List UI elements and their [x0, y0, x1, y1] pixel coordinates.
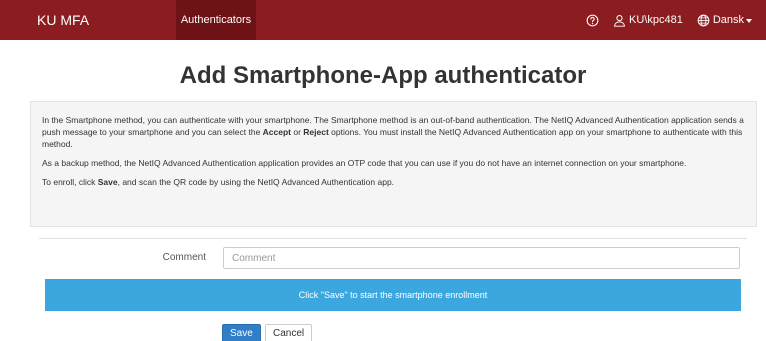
page-title: Add Smartphone-App authenticator: [179, 62, 587, 89]
info-paragraph-3: To enroll, click Save, and scan the QR c…: [42, 177, 395, 187]
user-icon: [613, 14, 626, 27]
top-navbar: KU MFA Authenticators KU\kpc481 Dansk: [0, 0, 766, 40]
cancel-button[interactable]: Cancel: [265, 324, 313, 341]
save-button[interactable]: Save: [222, 324, 261, 341]
info-panel: In the Smartphone method, you can authen…: [30, 101, 757, 227]
brand-logo[interactable]: KU MFA: [37, 0, 89, 40]
info-paragraph-1: In the Smartphone method, you can authen…: [42, 115, 744, 149]
user-name: KU\kpc481: [629, 14, 683, 26]
globe-icon: [697, 14, 710, 26]
comment-label: Comment: [162, 252, 206, 263]
help-circle-icon: [586, 14, 599, 26]
language-label: Dansk: [712, 14, 744, 26]
language-menu[interactable]: Dansk: [697, 14, 752, 27]
divider: [39, 238, 747, 239]
navbar-right: KU\kpc481 Dansk: [572, 0, 752, 40]
tab-authenticators[interactable]: Authenticators: [176, 0, 256, 40]
info-paragraph-2: As a backup method, the NetIQ Advanced A…: [42, 158, 687, 168]
comment-input[interactable]: [223, 247, 740, 269]
enrollment-alert: Click "Save" to start the smartphone enr…: [45, 279, 741, 311]
help-button[interactable]: [586, 14, 599, 27]
user-menu[interactable]: KU\kpc481: [613, 14, 683, 27]
caret-down-icon: [746, 18, 752, 23]
